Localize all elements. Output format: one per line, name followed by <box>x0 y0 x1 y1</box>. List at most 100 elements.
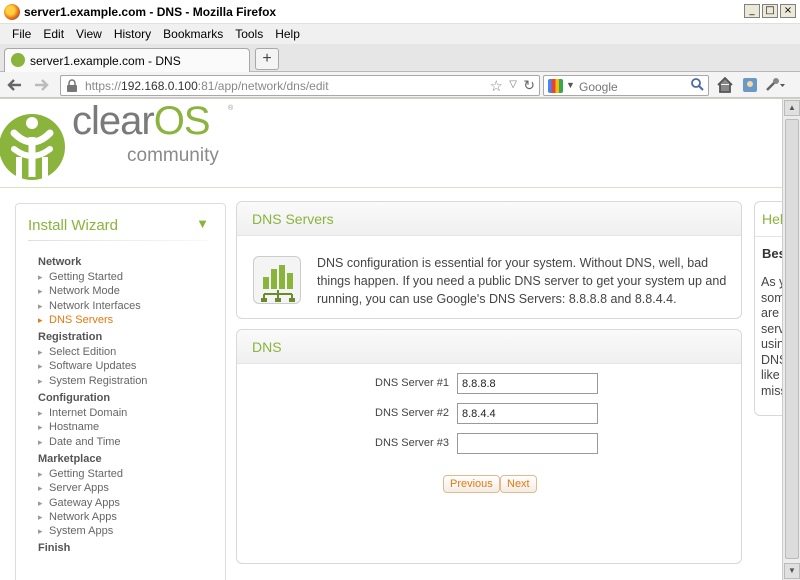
help-line: miss <box>761 383 782 398</box>
menu-bar: File Edit View History Bookmarks Tools H… <box>0 24 800 44</box>
dns-server-3-label: DNS Server #3 <box>375 437 449 449</box>
previous-button[interactable]: Previous <box>443 475 500 493</box>
sidebar-divider <box>28 240 208 241</box>
scroll-up-icon[interactable]: ▲ <box>784 100 800 116</box>
back-arrow-icon[interactable] <box>6 76 24 94</box>
dns-description: DNS configuration is essential for your … <box>317 256 727 306</box>
sidebar-item-system-registration[interactable]: System Registration <box>38 374 147 388</box>
search-bar[interactable]: ▼ Google <box>543 75 709 96</box>
section-registration: Registration <box>38 331 103 344</box>
dns-form-panel-header: DNS <box>237 330 741 364</box>
window-title: server1.example.com - DNS - Mozilla Fire… <box>24 5 277 19</box>
section-finish: Finish <box>38 542 71 555</box>
help-panel: Hel Bes As ysomareservusinDNSlikemiss <box>754 201 782 416</box>
menu-help[interactable]: Help <box>269 24 306 44</box>
dns-server-2-label: DNS Server #2 <box>375 407 449 419</box>
page-viewport: clearOS ® community Install Wizard ▼ Net… <box>0 99 782 580</box>
dns-server-1-row: DNS Server #1 <box>237 373 737 395</box>
sidebar-title: Install Wizard <box>28 217 119 234</box>
logo-edition: community <box>127 145 219 166</box>
help-line: As y <box>761 275 782 289</box>
help-line: serv <box>761 321 782 336</box>
sidebar-item-dns-servers[interactable]: DNS Servers <box>38 313 147 327</box>
sidebar-item-date-and-time[interactable]: Date and Time <box>38 435 147 449</box>
collapse-arrow-icon[interactable]: ▼ <box>196 216 209 231</box>
next-button[interactable]: Next <box>500 475 537 493</box>
logo-brand: clearOS <box>72 99 210 144</box>
google-engine-icon[interactable] <box>548 79 563 93</box>
history-dropdown-icon[interactable]: ▽ <box>509 79 517 90</box>
dns-form-panel-title: DNS <box>252 339 282 355</box>
addon-icon[interactable] <box>741 76 759 94</box>
maximize-button[interactable]: □ <box>762 4 778 18</box>
home-icon[interactable] <box>716 76 734 94</box>
menu-bookmarks[interactable]: Bookmarks <box>157 24 229 44</box>
dns-server-2-input[interactable] <box>457 403 598 424</box>
new-tab-button[interactable]: + <box>255 48 279 70</box>
url-host: 192.168.0.100 <box>121 79 198 93</box>
dns-servers-panel: DNS Servers DNS configuration is essenti… <box>236 201 742 319</box>
sidebar-item-server-apps[interactable]: Server Apps <box>38 481 147 495</box>
sidebar-header[interactable]: Install Wizard ▼ <box>16 204 225 244</box>
url-scheme: https:// <box>85 79 122 93</box>
menu-history[interactable]: History <box>108 24 157 44</box>
sidebar-item-getting-started[interactable]: Getting Started <box>38 270 147 284</box>
minimize-button[interactable]: _ <box>744 4 760 18</box>
close-button[interactable]: × <box>780 4 796 18</box>
menu-view[interactable]: View <box>70 24 108 44</box>
clearos-favicon-icon <box>11 53 25 67</box>
engine-dropdown-icon[interactable]: ▼ <box>566 80 575 90</box>
install-wizard-sidebar: Install Wizard ▼ Network Getting Started… <box>15 203 226 580</box>
tab-dns[interactable]: server1.example.com - DNS <box>4 48 250 72</box>
sidebar-item-network-interfaces[interactable]: Network Interfaces <box>38 299 147 313</box>
section-network: Network <box>38 256 82 268</box>
dns-server-3-input[interactable] <box>457 433 598 454</box>
sidebar-item-software-updates[interactable]: Software Updates <box>38 359 147 373</box>
dns-server-2-row: DNS Server #2 <box>237 403 737 425</box>
logo-trademark: ® <box>228 105 234 112</box>
help-divider <box>755 236 782 237</box>
help-line: usin <box>761 337 782 351</box>
help-panel-title: Hel <box>762 211 782 227</box>
scroll-thumb[interactable] <box>785 119 799 559</box>
bookmark-star-icon[interactable]: ☆ <box>490 77 503 95</box>
sidebar-nav: Network Getting Started Network Mode Net… <box>38 256 147 556</box>
help-line: som <box>761 290 782 305</box>
dns-server-3-row: DNS Server #3 <box>237 433 737 455</box>
vertical-scrollbar[interactable]: ▲ ▼ <box>782 99 800 580</box>
tools-icon[interactable] <box>764 76 785 94</box>
network-hierarchy-icon <box>253 256 301 304</box>
menu-file[interactable]: File <box>6 24 37 44</box>
window-controls: _ □ × <box>744 4 796 18</box>
clearos-mark-icon <box>0 114 65 180</box>
sidebar-item-network-mode[interactable]: Network Mode <box>38 284 147 298</box>
window-titlebar: server1.example.com - DNS - Mozilla Fire… <box>0 0 800 24</box>
scroll-down-icon[interactable]: ▼ <box>784 563 800 579</box>
sidebar-item-system-apps[interactable]: System Apps <box>38 524 147 538</box>
dns-servers-panel-title: DNS Servers <box>252 211 334 227</box>
sidebar-item-gateway-apps[interactable]: Gateway Apps <box>38 496 147 510</box>
header-divider <box>0 187 782 188</box>
navigation-bar: https://192.168.0.100:81/app/network/dns… <box>0 72 800 98</box>
dns-server-1-input[interactable] <box>457 373 598 394</box>
dns-server-1-label: DNS Server #1 <box>375 377 449 389</box>
menu-edit[interactable]: Edit <box>37 24 70 44</box>
url-path: :81/app/network/dns/edit <box>197 79 329 93</box>
sidebar-item-hostname[interactable]: Hostname <box>38 420 147 434</box>
forward-arrow-icon[interactable] <box>32 76 50 94</box>
firefox-icon <box>4 4 20 20</box>
logo-brand-main: clear <box>72 99 155 143</box>
logo-brand-accent: OS <box>153 99 211 143</box>
url-bar[interactable]: https://192.168.0.100:81/app/network/dns… <box>60 75 540 96</box>
search-icon[interactable] <box>690 77 704 94</box>
dns-servers-panel-header: DNS Servers <box>237 202 741 236</box>
menu-tools[interactable]: Tools <box>229 24 269 44</box>
section-marketplace: Marketplace <box>38 452 102 465</box>
tab-label: server1.example.com - DNS <box>30 54 181 68</box>
sidebar-item-internet-domain[interactable]: Internet Domain <box>38 406 147 420</box>
reload-icon[interactable]: ↻ <box>523 77 535 94</box>
sidebar-item-marketplace-getting-started[interactable]: Getting Started <box>38 467 147 481</box>
section-configuration: Configuration <box>38 392 111 405</box>
sidebar-item-network-apps[interactable]: Network Apps <box>38 510 147 524</box>
sidebar-item-select-edition[interactable]: Select Edition <box>38 345 147 359</box>
